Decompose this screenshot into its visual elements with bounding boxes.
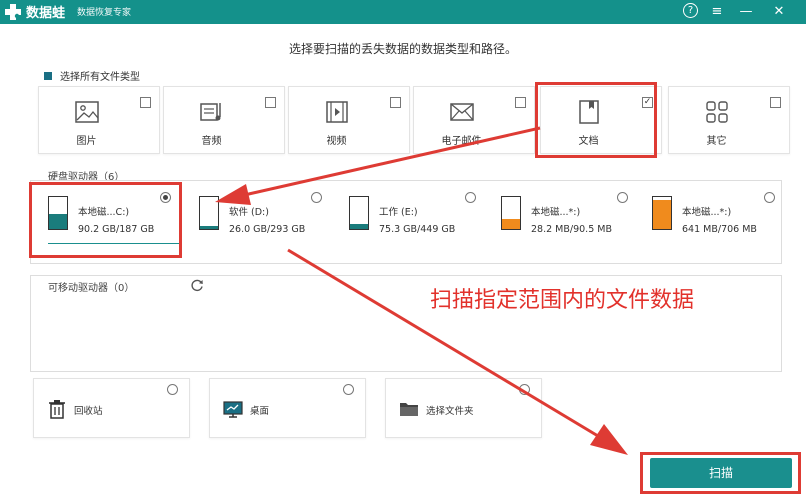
drive-icon	[652, 196, 672, 230]
location-radio[interactable]	[519, 384, 530, 395]
file-type-other[interactable]: 其它	[668, 86, 790, 154]
file-type-label: 图片	[76, 136, 97, 147]
trash-icon	[49, 400, 65, 419]
drive-size: 641 MB/706 MB	[682, 224, 757, 235]
drive-selected-underline	[48, 243, 180, 244]
document-icon	[579, 100, 599, 124]
help-icon[interactable]: ?	[683, 3, 698, 18]
other-icon	[706, 101, 728, 123]
image-icon	[75, 101, 99, 123]
app-logo: 数据蛙 数据恢复专家	[4, 2, 131, 21]
audio-icon	[200, 103, 221, 121]
drive-icon	[199, 196, 219, 230]
drive-item[interactable]: 本地磁...*:) 641 MB/706 MB	[652, 186, 800, 246]
file-type-checkbox[interactable]	[265, 97, 276, 108]
file-type-label: 视频	[326, 136, 347, 147]
drive-radio-selected[interactable]	[160, 192, 171, 203]
drive-name: 本地磁...*:)	[682, 207, 732, 218]
location-radio[interactable]	[343, 384, 354, 395]
instruction-text: 选择要扫描的丢失数据的数据类型和路径。	[288, 42, 517, 56]
file-type-checkbox[interactable]	[770, 97, 781, 108]
file-type-video[interactable]: 视频	[288, 86, 410, 154]
drive-size: 90.2 GB/187 GB	[78, 224, 155, 235]
file-type-checkbox-checked[interactable]: ✓	[642, 97, 653, 108]
drive-name: 软件 (D:)	[229, 207, 269, 218]
drive-item[interactable]: 工作 (E:) 75.3 GB/449 GB	[349, 186, 497, 246]
file-type-email[interactable]: 电子邮件	[413, 86, 535, 154]
close-button[interactable]: ✕	[770, 3, 788, 21]
email-icon	[450, 103, 474, 121]
location-desktop[interactable]: 桌面	[209, 378, 366, 438]
file-type-checkbox[interactable]	[140, 97, 151, 108]
checkbox-checked-icon[interactable]	[44, 71, 52, 80]
removable-drives-label: 可移动驱动器（0）	[48, 283, 135, 294]
drive-name: 本地磁...*:)	[531, 207, 581, 218]
location-label: 回收站	[74, 406, 103, 417]
minimize-button[interactable]: —	[737, 3, 755, 21]
drive-icon	[48, 196, 68, 230]
drive-radio[interactable]	[311, 192, 322, 203]
drive-item[interactable]: 本地磁...C:) 90.2 GB/187 GB	[48, 186, 196, 246]
location-radio[interactable]	[167, 384, 178, 395]
location-label: 桌面	[250, 406, 270, 417]
file-type-images[interactable]: 图片	[38, 86, 160, 154]
annotation-text: 扫描指定范围内的文件数据	[430, 288, 695, 313]
menu-icon[interactable]: ≡	[708, 3, 726, 21]
drive-item[interactable]: 本地磁...*:) 28.2 MB/90.5 MB	[501, 186, 649, 246]
drive-icon	[501, 196, 521, 230]
drive-size: 26.0 GB/293 GB	[229, 224, 306, 235]
file-type-label: 其它	[706, 136, 727, 147]
logo-cross-icon	[5, 3, 21, 20]
video-icon	[326, 101, 348, 123]
drive-usage-fill	[653, 199, 671, 229]
drive-radio[interactable]	[764, 192, 775, 203]
drive-usage-fill	[200, 226, 218, 229]
file-type-label: 电子邮件	[441, 136, 482, 147]
drive-radio[interactable]	[465, 192, 476, 203]
drive-name: 本地磁...C:)	[78, 207, 130, 218]
file-type-checkbox[interactable]	[515, 97, 526, 108]
file-type-label: 文档	[578, 136, 599, 147]
drive-usage-fill	[502, 219, 520, 229]
title-bar: 数据蛙 数据恢复专家 ? ≡ — ✕	[0, 0, 806, 24]
file-type-label: 音频	[201, 136, 222, 147]
drive-usage-fill	[350, 223, 368, 229]
file-type-documents[interactable]: ✓ 文档	[540, 86, 662, 154]
folder-icon	[400, 403, 418, 416]
file-type-audio[interactable]: 音频	[163, 86, 285, 154]
drive-usage-fill	[49, 213, 67, 229]
location-select-folder[interactable]: 选择文件夹	[385, 378, 542, 438]
drive-size: 28.2 MB/90.5 MB	[531, 224, 612, 235]
drive-item[interactable]: 软件 (D:) 26.0 GB/293 GB	[199, 186, 347, 246]
drive-name: 工作 (E:)	[379, 207, 418, 218]
refresh-icon[interactable]	[190, 278, 204, 292]
app-name: 数据蛙	[26, 6, 66, 21]
file-type-checkbox[interactable]	[390, 97, 401, 108]
drive-icon	[349, 196, 369, 230]
select-all-checkbox[interactable]: 选择所有文件类型	[44, 68, 140, 83]
scan-button[interactable]: 扫描	[650, 458, 792, 488]
app-subtitle: 数据恢复专家	[77, 8, 132, 18]
location-label: 选择文件夹	[426, 406, 474, 417]
location-recycle-bin[interactable]: 回收站	[33, 378, 190, 438]
drive-size: 75.3 GB/449 GB	[379, 224, 456, 235]
drive-radio[interactable]	[617, 192, 628, 203]
desktop-icon	[223, 401, 243, 418]
select-all-label: 选择所有文件类型	[60, 72, 140, 83]
